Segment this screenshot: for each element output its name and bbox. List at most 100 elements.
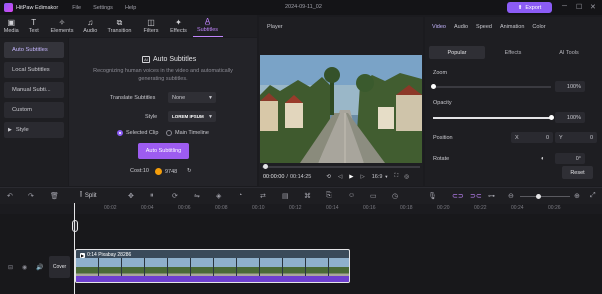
zoom-in-icon[interactable]: ⊕ [574,192,580,200]
refresh-icon[interactable]: ↻ [187,168,192,174]
title-bar: HitPaw Edimakor File Settings Help 2024-… [0,0,602,15]
export-button[interactable]: ⬆ Export [507,2,552,13]
microphone-icon[interactable]: 🎙 [428,192,437,200]
close-icon[interactable]: ✕ [590,3,596,11]
video-clip[interactable]: ▶ 0:14 Pixabay 28286 [75,249,350,283]
fit-icon[interactable]: ⤢ [590,192,596,200]
snapshot-icon[interactable]: ◎ [404,174,409,180]
tab-audio[interactable]: Audio [454,24,468,30]
track-lock-icon[interactable]: ⊟ [8,264,13,271]
reset-button[interactable]: Reset [562,166,593,179]
opacity-slider[interactable] [433,115,554,120]
link-icon[interactable]: ⊃⊂ [470,192,482,200]
radio-selected-clip[interactable]: Selected Clip [117,130,158,136]
position-x-field[interactable]: X0 [511,132,553,143]
player-scrubber[interactable] [262,164,420,169]
speed-icon[interactable]: ◔ [238,192,242,199]
tab-video[interactable]: Video [432,24,446,30]
auto-subtitling-button[interactable]: Auto Subtitling [138,143,189,159]
nav-local-subtitles[interactable]: Local Subtitles [4,62,64,78]
tab-animation[interactable]: Animation [500,24,524,30]
undo-icon[interactable]: ↶ [7,192,13,200]
ai-tool-icon[interactable]: ⌘ [304,192,311,200]
tool-label: Elements [50,27,74,34]
reverse-icon[interactable]: ⇄ [260,192,266,200]
zoom-slider-knob[interactable] [430,84,436,89]
nav-manual-subtitles[interactable]: Manual Subti... [4,82,64,98]
scrubber-handle[interactable] [263,164,268,169]
tool-elements[interactable]: ✧ Elements [45,15,79,37]
ruler-tick-label: 00:02 [104,205,117,211]
crop-icon[interactable]: ✥ [128,192,134,200]
nav-auto-subtitles[interactable]: Auto Subtitles [4,42,64,58]
text-to-speech-icon[interactable]: ▤ [282,192,289,200]
effects-icon: ✦ [175,17,182,27]
menu-help[interactable]: Help [125,5,136,11]
timeline-ruler[interactable]: 00:02 00:04 00:06 00:08 00:10 00:12 00:14 00:16… [75,204,602,214]
zoom-value[interactable]: 100% [555,81,585,92]
mirror-icon[interactable]: ⇋ [194,192,200,200]
sticker-icon[interactable]: ☺ [348,192,355,199]
rotate-icon[interactable]: ⟳ [172,192,178,200]
tool-subtitles[interactable]: A̲ Subtitles [192,15,223,37]
subtab-ai-tools[interactable]: AI Tools [541,46,597,59]
tab-speed[interactable]: Speed [476,24,492,30]
tool-label: Audio [83,27,98,34]
project-title[interactable]: 2024-09-11_02 [285,4,322,10]
subtab-popular[interactable]: Popular [429,46,485,59]
step-forward-icon[interactable]: ▷ [360,174,364,180]
tool-audio[interactable]: ♫ Audio [79,15,102,37]
tool-filters[interactable]: ◫ Filters [138,15,165,37]
maximize-icon[interactable]: ☐ [576,3,582,11]
nav-custom[interactable]: Custom [4,102,64,118]
magnet-icon[interactable]: ⊂⊃ [452,192,464,200]
video-preview[interactable] [260,55,422,163]
tool-label: Subtitles [196,27,219,33]
nav-style[interactable]: ▶ Style [4,122,64,138]
step-back-icon[interactable]: ◁ [338,174,342,180]
playhead[interactable] [74,203,75,294]
clip-label: ▶ 0:14 Pixabay 28286 [80,252,131,258]
zoom-out-icon[interactable]: ⊖ [508,192,514,200]
track-visibility-icon[interactable]: ◉ [22,264,27,271]
transition-icon: ⧉ [116,17,123,27]
redo-icon[interactable]: ↷ [28,192,34,200]
subtab-effects[interactable]: Effects [485,46,541,59]
marker-icon[interactable]: ◈ [216,192,221,200]
split-icon: ⫿ [80,192,82,198]
translate-dropdown[interactable]: None ▼ [168,92,216,103]
timer-icon[interactable]: ◷ [392,192,398,200]
aspect-icon[interactable]: ▭ [370,192,377,200]
tool-text[interactable]: T Text [23,15,46,37]
snap-icon[interactable]: ⊶ [488,192,495,200]
tool-effects[interactable]: ✦ Effects [165,15,193,37]
rotate-value[interactable]: 0° [555,153,585,164]
style-dropdown[interactable]: LOREM IPSUM ▼ [168,111,216,122]
tool-media[interactable]: ▣ Media [0,15,23,37]
opacity-value[interactable]: 100% [555,112,585,123]
timeline-zoom-slider[interactable] [520,194,570,199]
tab-color[interactable]: Color [532,24,545,30]
aspect-ratio-select[interactable]: 16:9 [372,174,383,180]
fullscreen-icon[interactable]: ⛶ [394,173,398,180]
menu-settings[interactable]: Settings [93,5,113,11]
text-track-marker[interactable] [72,220,78,232]
rotate-label: Rotate [433,156,450,162]
extract-icon[interactable]: ⎘ [326,192,332,200]
radio-main-timeline[interactable]: Main Timeline [166,130,209,136]
rotate-dial-icon[interactable]: ◐ [541,156,545,162]
play-icon[interactable]: ▶ [349,174,353,180]
zoom-slider[interactable] [430,84,551,89]
previous-frame-icon[interactable]: ⟲ [326,174,331,180]
minimize-icon[interactable]: ─ [562,3,567,10]
timeline-zoom-knob[interactable] [536,194,541,199]
tool-transition[interactable]: ⧉ Transition [102,15,138,37]
track-mute-icon[interactable]: 🔊 [36,264,43,271]
cover-button[interactable]: Cover [49,256,70,278]
freeze-icon[interactable]: ⏸ [150,192,154,200]
position-y-field[interactable]: Y0 [555,132,597,143]
menu-file[interactable]: File [72,5,81,11]
delete-icon[interactable]: 🗑 [50,192,59,200]
split-button[interactable]: ⫿ Split [80,192,97,199]
opacity-slider-knob[interactable] [548,115,554,120]
